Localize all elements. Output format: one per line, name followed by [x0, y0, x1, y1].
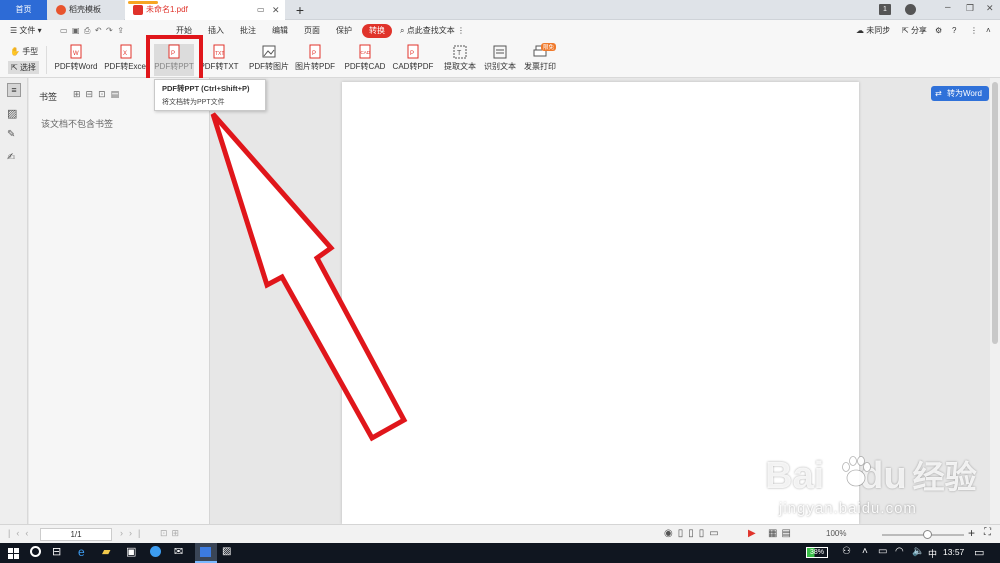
prev-page-icon[interactable]: ‹	[25, 528, 34, 538]
wps-icon	[200, 547, 211, 557]
search-circle-icon[interactable]	[30, 546, 41, 557]
eye-icon[interactable]: ◉	[664, 528, 678, 539]
windows-taskbar: ⊟ e ▰ ▣ ✉ ▨ 38% ⚇ ˄ ▭ ◠ 🔈 中 13:57 ▭	[0, 543, 1000, 563]
mail-icon[interactable]: ✉	[174, 545, 183, 558]
power-icon[interactable]: ▭	[878, 546, 887, 557]
double-page-icon[interactable]: ▯▯	[688, 528, 709, 539]
next-page-icon[interactable]: ›	[120, 528, 129, 538]
edge-icon[interactable]: e	[78, 545, 85, 559]
baidu-watermark: Bai du 经验 jingyan.baidu.com	[765, 452, 995, 524]
wifi-icon[interactable]: ◠	[895, 546, 904, 557]
system-clock[interactable]: 13:57	[943, 547, 964, 557]
zoom-slider-handle[interactable]	[923, 530, 932, 539]
fit-icon[interactable]: ⊞	[172, 528, 184, 538]
single-page-icon[interactable]: ▯	[678, 528, 689, 539]
zoom-tools: ▦▤	[768, 528, 795, 539]
page-tools: ⊡⊞	[160, 528, 183, 539]
zoom-value[interactable]: 100%	[826, 529, 846, 538]
page-number-input[interactable]: 1/1	[40, 528, 112, 541]
wps-taskbar-button[interactable]	[195, 543, 217, 563]
task-view-icon[interactable]: ⊟	[52, 545, 61, 558]
rotate-icon[interactable]: ⊡	[160, 528, 172, 538]
tray-up-icon[interactable]: ˄	[862, 546, 868, 557]
fullscreen-icon[interactable]: ⛶	[984, 527, 991, 538]
notifications-icon[interactable]: ▭	[974, 546, 984, 559]
volume-icon[interactable]: 🔈	[912, 546, 924, 557]
watermark-brand: Bai	[765, 455, 825, 497]
page-view-icon[interactable]: ▤	[781, 528, 794, 539]
zoom-in-icon[interactable]: +	[968, 526, 975, 540]
windows-start-icon[interactable]	[8, 548, 19, 559]
photos-icon[interactable]: ▨	[222, 546, 231, 557]
input-language[interactable]: 中	[928, 547, 937, 560]
watermark-cn: 经验	[912, 459, 977, 495]
play-icon[interactable]: ▶	[748, 528, 756, 539]
clock-app-icon[interactable]	[150, 546, 161, 557]
first-page-icon[interactable]: |‹	[8, 528, 25, 538]
battery-indicator[interactable]: 38%	[806, 547, 828, 558]
store-icon[interactable]: ▣	[126, 545, 136, 558]
people-icon[interactable]: ⚇	[842, 546, 851, 557]
file-explorer-icon[interactable]: ▰	[102, 545, 110, 558]
paw-print-icon	[842, 456, 871, 487]
watermark-url: jingyan.baidu.com	[779, 500, 917, 517]
nav-first-prev: |‹‹	[8, 528, 34, 538]
grid-icon[interactable]: ▦	[768, 528, 781, 539]
book-icon[interactable]: ▭	[709, 528, 723, 539]
view-modes: ◉▯▯▯▭	[664, 528, 724, 539]
nav-next-last: ››|	[120, 528, 146, 538]
status-bar: |‹‹ 1/1 ››| ⊡⊞ ◉▯▯▯▭ ▶ ▦▤ 100% + ⛶	[0, 524, 1000, 543]
last-page-icon[interactable]: ›|	[129, 528, 146, 538]
